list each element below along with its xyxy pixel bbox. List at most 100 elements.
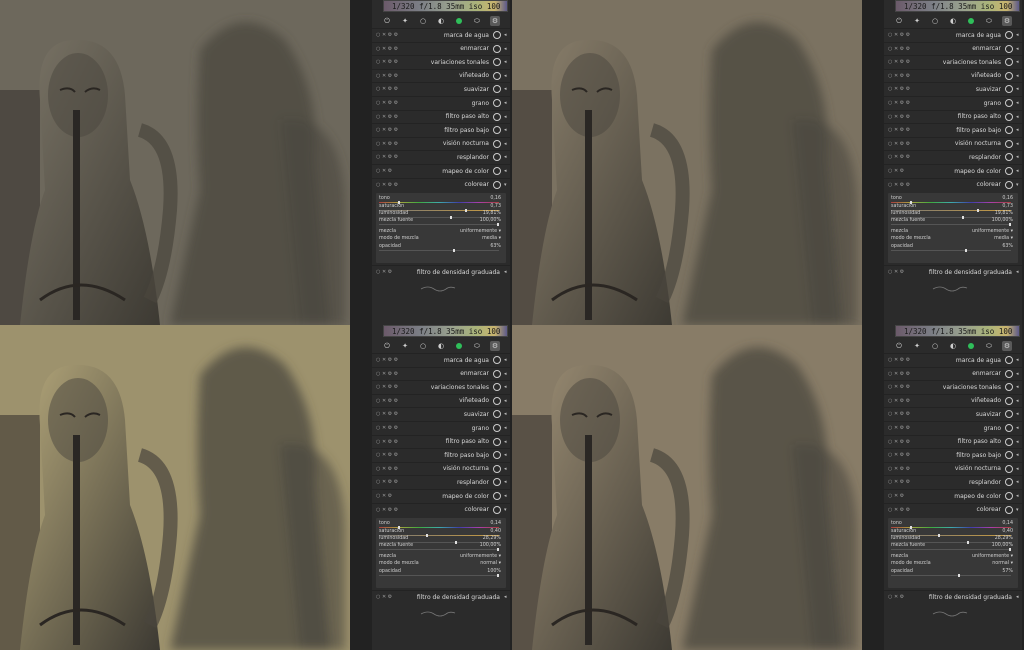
module-controls[interactable]: ○ ✕ ⚙ ⚙ (372, 32, 400, 38)
chevron-left-icon[interactable]: ◂ (504, 594, 510, 600)
star-icon[interactable]: ✦ (400, 16, 410, 26)
module-controls[interactable]: ○ ✕ ⚙ ⚙ (884, 100, 912, 106)
module-row[interactable]: ○ ✕ ⚙ ⚙ viñeteado ◂ (372, 68, 510, 82)
modo-slider[interactable]: modo de mezcla media ▾ (891, 236, 1015, 243)
module-controls[interactable]: ○ ✕ ⚙ ⚙ (372, 507, 400, 513)
mezcla_fuente-slider[interactable]: mezcla fuente 100,00% (891, 543, 1015, 552)
green-dot-icon[interactable] (966, 341, 976, 351)
slider-track[interactable] (379, 249, 499, 251)
chevron-left-icon[interactable]: ◂ (504, 439, 510, 445)
module-controls[interactable]: ○ ✕ ⚙ ⚙ (372, 100, 400, 106)
module-controls[interactable]: ○ ✕ ⚙ ⚙ (372, 46, 400, 52)
module-row[interactable]: ○ ✕ ⚙ ⚙ visión nocturna ◂ (884, 136, 1022, 150)
module-controls[interactable]: ○ ✕ ⚙ ⚙ (884, 398, 912, 404)
luminosidad-slider[interactable]: luminosidad 19,81% (891, 211, 1015, 219)
chevron-left-icon[interactable]: ◂ (1016, 100, 1022, 106)
shape-icon[interactable]: ⬭ (472, 341, 482, 351)
module-controls[interactable]: ○ ✕ ⚙ ⚙ (372, 59, 400, 65)
module-controls[interactable]: ○ ✕ ⚙ (884, 493, 912, 499)
gear-icon[interactable]: ⚙ (490, 16, 500, 26)
module-controls[interactable]: ○ ✕ ⚙ ⚙ (884, 154, 912, 160)
saturacion-slider[interactable]: saturación 0,40 (891, 529, 1015, 537)
module-controls[interactable]: ○ ✕ ⚙ ⚙ (884, 59, 912, 65)
chevron-left-icon[interactable]: ◂ (504, 73, 510, 79)
chevron-left-icon[interactable]: ◂ (1016, 168, 1022, 174)
chevron-down-icon[interactable]: ▾ (1016, 182, 1022, 188)
chevron-left-icon[interactable]: ◂ (1016, 479, 1022, 485)
shape-icon[interactable]: ⬭ (472, 16, 482, 26)
gear-icon[interactable]: ⚙ (490, 341, 500, 351)
slider-handle[interactable] (497, 548, 499, 552)
module-row[interactable]: ○ ✕ ⚙ ⚙ viñeteado ◂ (884, 68, 1022, 82)
module-controls[interactable]: ○ ✕ ⚙ ⚙ (884, 141, 912, 147)
module-row[interactable]: ○ ✕ ⚙ ⚙ viñeteado ◂ (884, 393, 1022, 407)
module-row[interactable]: ○ ✕ ⚙ ⚙ marca de agua ◂ (884, 353, 1022, 366)
chevron-left-icon[interactable]: ◂ (504, 59, 510, 65)
opacidad-slider[interactable]: opacidad 63% (379, 244, 503, 252)
module-row[interactable]: ○ ✕ ⚙ mapeo de color ◂ (372, 164, 510, 177)
module-row[interactable]: ○ ✕ ⚙ ⚙ enmarcar ◂ (884, 41, 1022, 55)
slider-track[interactable] (379, 549, 499, 551)
modo-slider[interactable]: modo de mezcla media ▾ (379, 236, 503, 243)
chevron-left-icon[interactable]: ◂ (504, 425, 510, 431)
mezcla-slider[interactable]: mezcla uniformemente ▾ (379, 554, 503, 561)
power-icon[interactable]: ⏻ (382, 16, 392, 26)
module-row[interactable]: ○ ✕ ⚙ ⚙ resplandor ◂ (884, 475, 1022, 488)
module-row[interactable]: ○ ✕ ⚙ ⚙ resplandor ◂ (372, 150, 510, 163)
slider-handle[interactable] (1009, 223, 1011, 227)
chevron-left-icon[interactable]: ◂ (1016, 466, 1022, 472)
mezcla_fuente-slider[interactable]: mezcla fuente 100,00% (891, 218, 1015, 227)
module-row[interactable]: ○ ✕ ⚙ mapeo de color ◂ (372, 489, 510, 502)
module-row[interactable]: ○ ✕ ⚙ mapeo de color ◂ (884, 489, 1022, 502)
module-row[interactable]: ○ ✕ ⚙ ⚙ enmarcar ◂ (884, 366, 1022, 380)
module-controls[interactable]: ○ ✕ ⚙ ⚙ (884, 114, 912, 120)
opacidad-slider[interactable]: opacidad 57% (891, 569, 1015, 577)
chevron-left-icon[interactable]: ◂ (1016, 452, 1022, 458)
chevron-left-icon[interactable]: ◂ (1016, 114, 1022, 120)
chevron-left-icon[interactable]: ◂ (1016, 493, 1022, 499)
gear-icon[interactable]: ⚙ (1002, 341, 1012, 351)
star-icon[interactable]: ✦ (912, 341, 922, 351)
chevron-left-icon[interactable]: ◂ (1016, 398, 1022, 404)
module-row[interactable]: ○ ✕ ⚙ ⚙ filtro paso bajo ◂ (372, 123, 510, 136)
circle-icon[interactable]: ○ (930, 341, 940, 351)
module-row[interactable]: ○ ✕ ⚙ ⚙ filtro paso alto ◂ (884, 434, 1022, 448)
chevron-left-icon[interactable]: ◂ (504, 269, 510, 275)
chevron-left-icon[interactable]: ◂ (1016, 594, 1022, 600)
chevron-left-icon[interactable]: ◂ (504, 398, 510, 404)
power-icon[interactable]: ⏻ (894, 341, 904, 351)
histogram[interactable]: 1/320 f/1.8 35mm iso 100 (383, 325, 508, 337)
module-row[interactable]: ○ ✕ ⚙ ⚙ suavizar ◂ (884, 407, 1022, 420)
chevron-left-icon[interactable]: ◂ (504, 141, 510, 147)
chevron-left-icon[interactable]: ◂ (1016, 439, 1022, 445)
chevron-left-icon[interactable]: ◂ (1016, 32, 1022, 38)
module-controls[interactable]: ○ ✕ ⚙ ⚙ (372, 371, 400, 377)
slider-track[interactable] (891, 574, 1011, 576)
module-controls[interactable]: ○ ✕ ⚙ ⚙ (372, 452, 400, 458)
module-row[interactable]: ○ ✕ ⚙ ⚙ visión nocturna ◂ (884, 461, 1022, 475)
module-controls[interactable]: ○ ✕ ⚙ ⚙ (372, 141, 400, 147)
module-controls[interactable]: ○ ✕ ⚙ ⚙ (884, 507, 912, 513)
module-row[interactable]: ○ ✕ ⚙ ⚙ filtro paso alto ◂ (372, 109, 510, 123)
slider-handle[interactable] (965, 248, 968, 252)
module-row[interactable]: ○ ✕ ⚙ ⚙ filtro paso alto ◂ (884, 109, 1022, 123)
module-controls[interactable]: ○ ✕ ⚙ ⚙ (372, 425, 400, 431)
module-row[interactable]: ○ ✕ ⚙ filtro de densidad graduada ◂ (884, 265, 1022, 278)
module-controls[interactable]: ○ ✕ ⚙ ⚙ (372, 398, 400, 404)
opacidad-slider[interactable]: opacidad 63% (891, 244, 1015, 252)
module-row[interactable]: ○ ✕ ⚙ ⚙ suavizar ◂ (372, 407, 510, 420)
histogram[interactable]: 1/320 f/1.8 35mm iso 100 (895, 325, 1020, 337)
chevron-left-icon[interactable]: ◂ (504, 86, 510, 92)
module-row[interactable]: ○ ✕ ⚙ ⚙ filtro paso bajo ◂ (884, 123, 1022, 136)
module-row[interactable]: ○ ✕ ⚙ ⚙ enmarcar ◂ (372, 41, 510, 55)
chevron-down-icon[interactable]: ▾ (504, 182, 510, 188)
saturacion-slider[interactable]: saturación 0,73 (891, 204, 1015, 212)
chevron-left-icon[interactable]: ◂ (504, 100, 510, 106)
module-controls[interactable]: ○ ✕ ⚙ ⚙ (372, 127, 400, 133)
module-controls[interactable]: ○ ✕ ⚙ ⚙ (372, 411, 400, 417)
module-controls[interactable]: ○ ✕ ⚙ ⚙ (884, 86, 912, 92)
module-controls[interactable]: ○ ✕ ⚙ ⚙ (372, 357, 400, 363)
module-controls[interactable]: ○ ✕ ⚙ (372, 493, 400, 499)
mezcla_fuente-slider[interactable]: mezcla fuente 100,00% (379, 543, 503, 552)
green-dot-icon[interactable] (454, 341, 464, 351)
